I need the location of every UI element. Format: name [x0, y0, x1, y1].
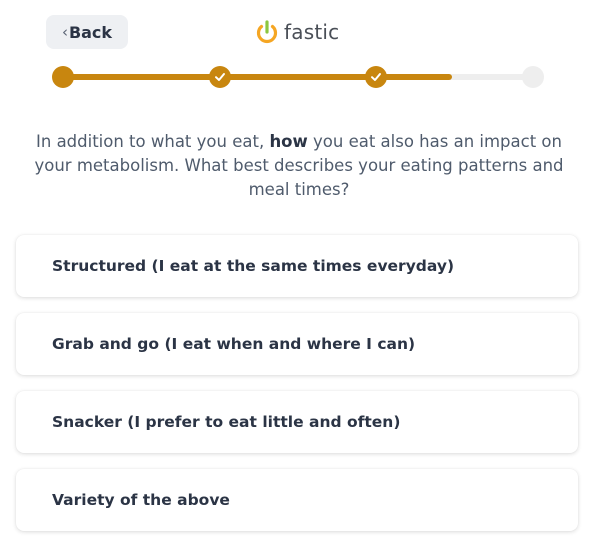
- question-emphasis: how: [269, 132, 308, 151]
- question-text: In addition to what you eat, how you eat…: [26, 130, 572, 202]
- check-icon: [371, 73, 382, 81]
- option-label: Variety of the above: [52, 491, 230, 509]
- option-structured[interactable]: Structured (I eat at the same times ever…: [16, 235, 578, 297]
- option-label: Grab and go (I eat when and where I can): [52, 335, 416, 353]
- progress-step-2: [208, 66, 231, 88]
- progress-fill: [62, 74, 453, 80]
- check-icon: [214, 73, 225, 81]
- progress-step-4: [522, 66, 544, 88]
- logo-text: fastic: [284, 20, 340, 44]
- fastic-logo: fastic: [255, 18, 339, 46]
- option-label: Snacker (I prefer to eat little and ofte…: [52, 413, 401, 431]
- chevron-left-icon: ‹: [61, 23, 68, 41]
- progress-step-3: [365, 66, 388, 88]
- power-icon: [255, 19, 279, 45]
- progress-step-1: [52, 66, 74, 88]
- back-button[interactable]: ‹ Back: [46, 15, 128, 49]
- option-variety[interactable]: Variety of the above: [16, 469, 578, 531]
- back-label: Back: [68, 22, 113, 42]
- option-snacker[interactable]: Snacker (I prefer to eat little and ofte…: [16, 391, 578, 453]
- option-label: Structured (I eat at the same times ever…: [52, 257, 455, 275]
- question-part1: In addition to what you eat,: [36, 132, 270, 151]
- progress-bar: [52, 66, 544, 88]
- option-grab-and-go[interactable]: Grab and go (I eat when and where I can): [16, 313, 578, 375]
